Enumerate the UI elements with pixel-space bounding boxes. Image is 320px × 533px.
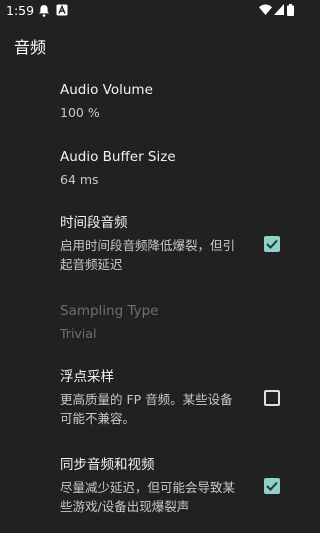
setting-title: Audio Volume <box>60 82 153 98</box>
setting-summary: 启用时间段音频降低爆裂，但引起音频延迟 <box>60 238 236 272</box>
bell-icon <box>38 4 50 20</box>
setting-title: 时间段音频 <box>60 215 128 231</box>
status-bar: 1:59 <box>0 0 300 22</box>
app-bar: 音频 <box>0 22 300 66</box>
time-stretch-checkbox[interactable] <box>264 236 280 252</box>
page-title: 音频 <box>14 38 47 57</box>
setting-title: Audio Buffer Size <box>60 149 176 165</box>
setting-summary: 尽量减少延迟，但可能会导致某些游戏/设备出现爆裂声 <box>60 480 236 514</box>
setting-summary: 100 % <box>60 105 100 120</box>
wifi-icon <box>259 4 272 18</box>
battery-icon <box>287 4 294 19</box>
sync-audio-video-checkbox[interactable] <box>264 478 280 494</box>
setting-title: Sampling Type <box>60 303 159 319</box>
setting-audio-buffer-size[interactable]: Audio Buffer Size 64 ms <box>60 148 300 189</box>
signal-icon <box>274 4 284 18</box>
setting-summary: 64 ms <box>60 172 99 187</box>
setting-title: 浮点采样 <box>60 369 114 385</box>
setting-title: 同步音频和视频 <box>60 457 155 473</box>
checkmark-icon <box>266 481 278 491</box>
setting-audio-volume[interactable]: Audio Volume 100 % <box>60 81 300 122</box>
setting-summary: 更高质量的 FP 音频。某些设备可能不兼容。 <box>60 392 233 426</box>
notification-a-icon <box>56 4 68 19</box>
status-time: 1:59 <box>6 3 35 18</box>
float-sampling-checkbox[interactable] <box>264 390 280 406</box>
checkmark-icon <box>266 239 278 249</box>
setting-sampling-type: Sampling Type Trivial <box>60 302 300 343</box>
setting-summary: Trivial <box>60 326 97 341</box>
